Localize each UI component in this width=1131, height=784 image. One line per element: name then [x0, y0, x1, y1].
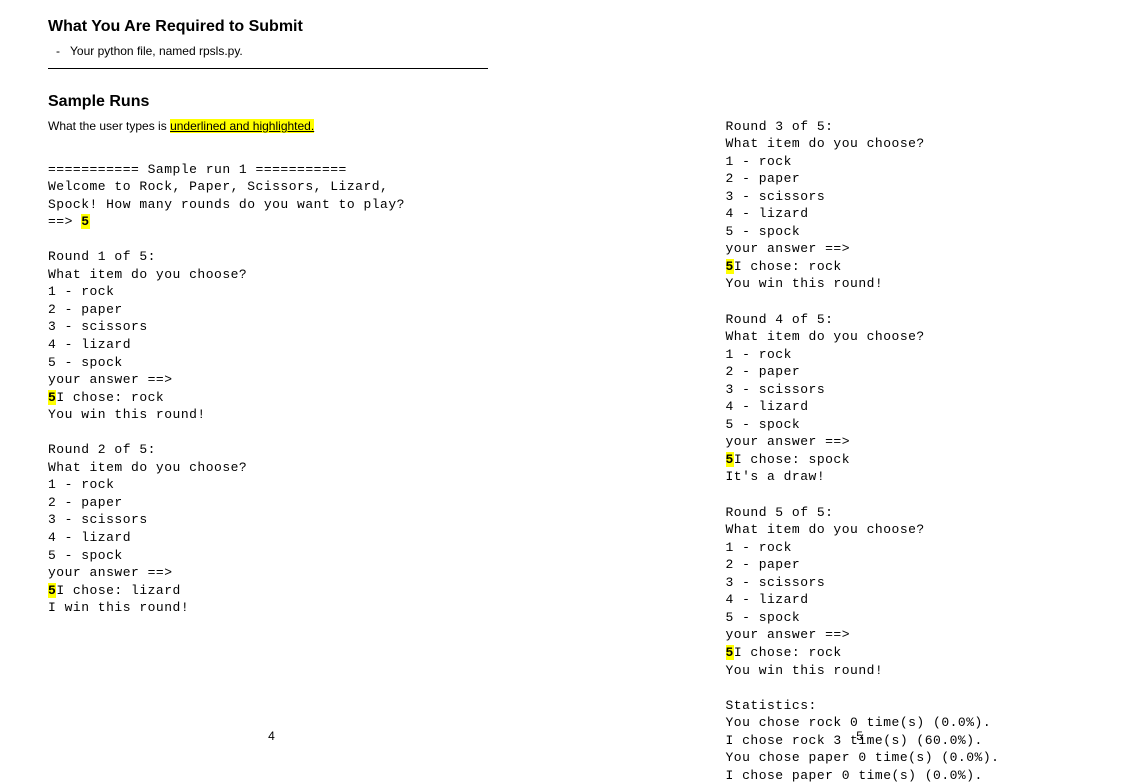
round4-opt-4: 4 - lizard: [726, 399, 809, 414]
top-prompt: ==>: [48, 214, 81, 229]
welcome-line-2: Spock! How many rounds do you want to pl…: [48, 197, 405, 212]
stats-line-3: You chose paper 0 time(s) (0.0%).: [726, 750, 1000, 765]
round2-opt-2: 2 - paper: [48, 495, 123, 510]
stats-line-4: I chose paper 0 time(s) (0.0%).: [726, 768, 983, 783]
round4-result: It's a draw!: [726, 469, 826, 484]
round1-question: What item do you choose?: [48, 267, 247, 282]
round1-opt-3: 3 - scissors: [48, 319, 148, 334]
round5-opt-4: 4 - lizard: [726, 592, 809, 607]
submit-bullet: Your python file, named rpsls.py.: [70, 44, 526, 58]
round3-prompt: your answer ==>: [726, 241, 851, 256]
page-left: What You Are Required to Submit Your pyt…: [0, 0, 566, 765]
round5-opt-3: 3 - scissors: [726, 575, 826, 590]
round2-prompt: your answer ==>: [48, 565, 173, 580]
top-input: 5: [81, 214, 89, 229]
intro-pre: What the user types is: [48, 119, 170, 133]
round5-title: Round 5 of 5:: [726, 505, 834, 520]
round2-opt-5: 5 - spock: [48, 548, 123, 563]
round3-opt-4: 4 - lizard: [726, 206, 809, 221]
round4-title: Round 4 of 5:: [726, 312, 834, 327]
round2-title: Round 2 of 5:: [48, 442, 156, 457]
round5-chose: I chose: rock: [734, 645, 842, 660]
round5-question: What item do you choose?: [726, 522, 925, 537]
round2-opt-4: 4 - lizard: [48, 530, 131, 545]
round5-result: You win this round!: [726, 663, 884, 678]
round1-prompt: your answer ==>: [48, 372, 173, 387]
sample-output-left: =========== Sample run 1 =========== Wel…: [48, 143, 526, 617]
round3-title: Round 3 of 5:: [726, 119, 834, 134]
stats-title: Statistics:: [726, 698, 817, 713]
round1-opt-4: 4 - lizard: [48, 337, 131, 352]
round4-chose: I chose: spock: [734, 452, 850, 467]
round4-prompt: your answer ==>: [726, 434, 851, 449]
page-right: Round 3 of 5: What item do you choose? 1…: [566, 0, 1131, 765]
round5-opt-5: 5 - spock: [726, 610, 801, 625]
round4-opt-1: 1 - rock: [726, 347, 792, 362]
round1-opt-2: 2 - paper: [48, 302, 123, 317]
intro-highlight: underlined and highlighted.: [170, 119, 314, 133]
page-number-left: 4: [268, 729, 275, 743]
round1-chose: I chose: rock: [56, 390, 164, 405]
round3-input: 5: [726, 259, 734, 274]
round2-question: What item do you choose?: [48, 460, 247, 475]
round5-prompt: your answer ==>: [726, 627, 851, 642]
round4-input: 5: [726, 452, 734, 467]
welcome-line-1: Welcome to Rock, Paper, Scissors, Lizard…: [48, 179, 388, 194]
round2-result: I win this round!: [48, 600, 189, 615]
sample-output-right: Round 3 of 5: What item do you choose? 1…: [726, 100, 1092, 784]
round3-opt-5: 5 - spock: [726, 224, 801, 239]
round4-opt-3: 3 - scissors: [726, 382, 826, 397]
round5-input: 5: [726, 645, 734, 660]
round2-opt-3: 3 - scissors: [48, 512, 148, 527]
round4-question: What item do you choose?: [726, 329, 925, 344]
stats-line-1: You chose rock 0 time(s) (0.0%).: [726, 715, 992, 730]
round3-chose: I chose: rock: [734, 259, 842, 274]
round3-opt-2: 2 - paper: [726, 171, 801, 186]
run-header: =========== Sample run 1 ===========: [48, 162, 347, 177]
round1-opt-5: 5 - spock: [48, 355, 123, 370]
page-number-right: 5: [856, 729, 863, 743]
heading-submit: What You Are Required to Submit: [48, 18, 526, 36]
stats-line-2: I chose rock 3 time(s) (60.0%).: [726, 733, 983, 748]
intro-line: What the user types is underlined and hi…: [48, 119, 526, 133]
round1-opt-1: 1 - rock: [48, 284, 114, 299]
round4-opt-2: 2 - paper: [726, 364, 801, 379]
round5-opt-2: 2 - paper: [726, 557, 801, 572]
round3-opt-3: 3 - scissors: [726, 189, 826, 204]
round2-opt-1: 1 - rock: [48, 477, 114, 492]
round2-chose: I chose: lizard: [56, 583, 181, 598]
section-rule: [48, 68, 488, 69]
round3-question: What item do you choose?: [726, 136, 925, 151]
round3-result: You win this round!: [726, 276, 884, 291]
document-spread: What You Are Required to Submit Your pyt…: [0, 0, 1131, 765]
round5-opt-1: 1 - rock: [726, 540, 792, 555]
round1-title: Round 1 of 5:: [48, 249, 156, 264]
round3-opt-1: 1 - rock: [726, 154, 792, 169]
heading-sample-runs: Sample Runs: [48, 93, 526, 111]
round1-result: You win this round!: [48, 407, 206, 422]
round4-opt-5: 5 - spock: [726, 417, 801, 432]
